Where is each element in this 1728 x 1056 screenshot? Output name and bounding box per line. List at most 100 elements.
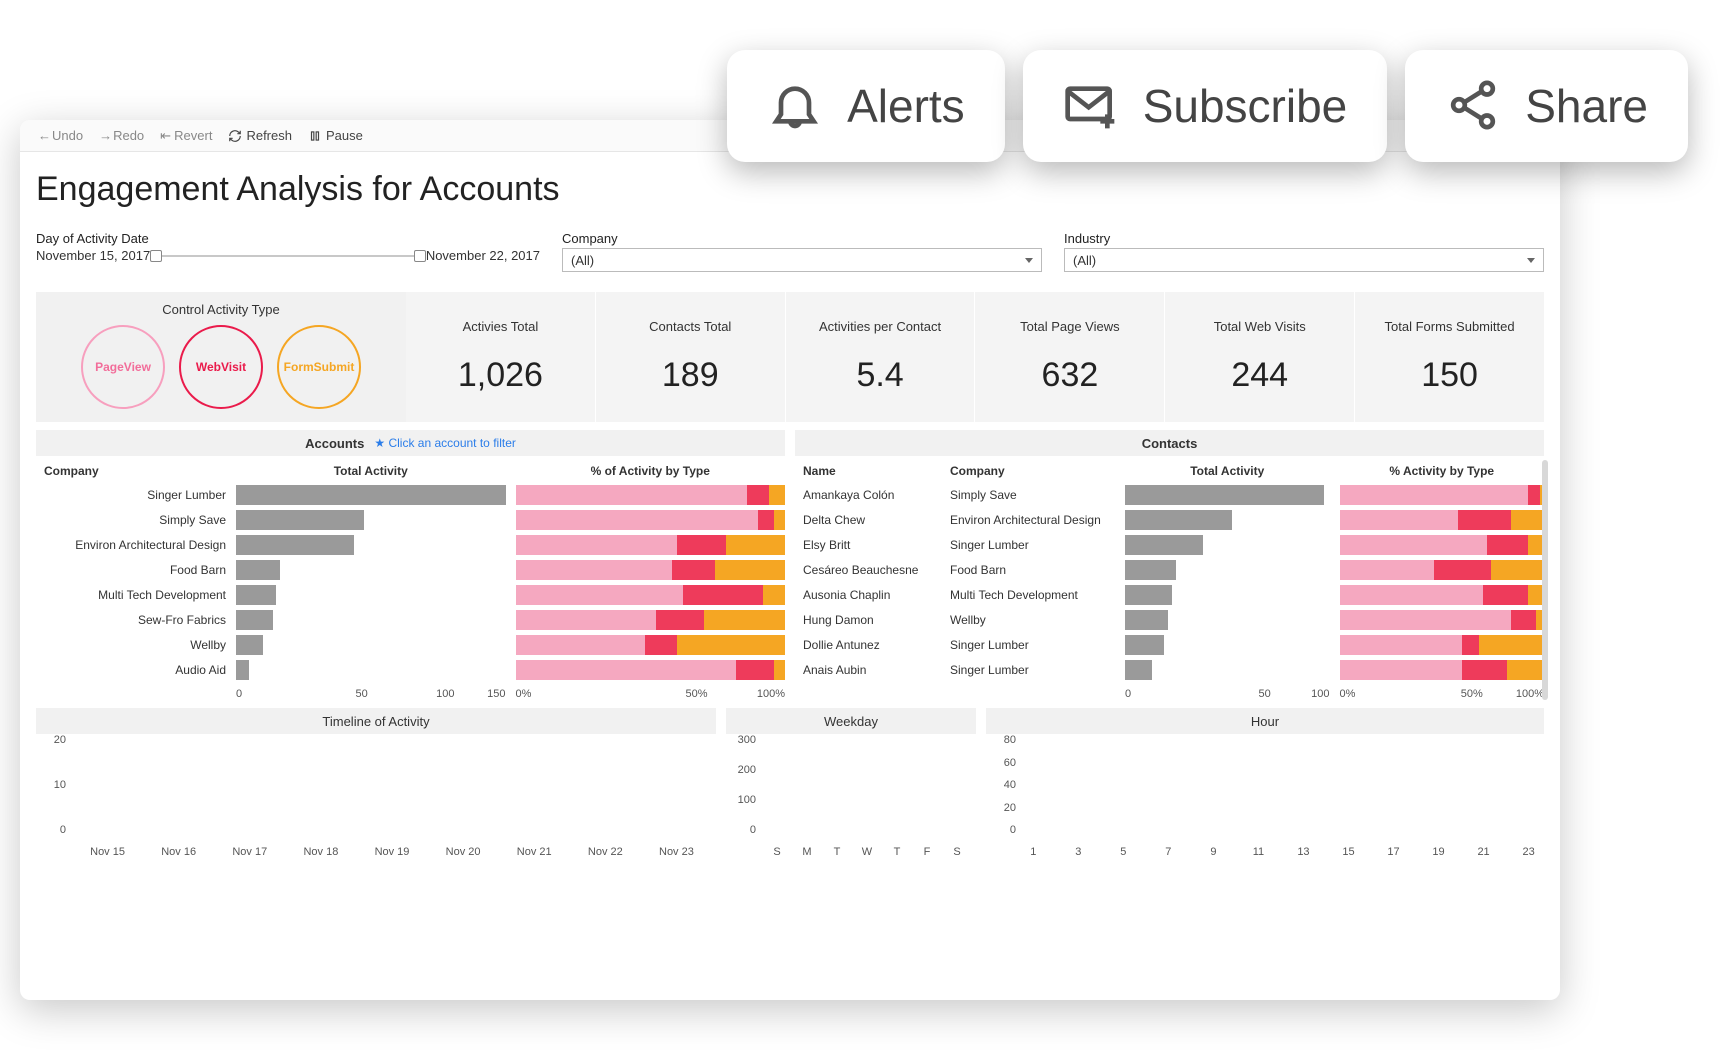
contact-row[interactable]: Cesáreo BeauchesneFood Barn xyxy=(795,557,1544,582)
contact-name: Cesáreo Beauchesne xyxy=(795,563,950,577)
kpi-value: 632 xyxy=(1042,356,1099,395)
account-row[interactable]: Environ Architectural Design xyxy=(36,532,785,557)
account-name: Audio Aid xyxy=(36,663,236,677)
timeline-chart[interactable]: 20100 Nov 15Nov 16Nov 17Nov 18Nov 19Nov … xyxy=(36,734,716,864)
account-name: Sew-Fro Fabrics xyxy=(36,613,236,627)
alerts-button[interactable]: Alerts xyxy=(727,50,1005,162)
contact-name: Anais Aubin xyxy=(795,663,950,677)
contacts-header: Contacts xyxy=(795,430,1544,456)
accounts-header: Accounts Click an account to filter xyxy=(36,430,785,456)
kpi-value: 1,026 xyxy=(458,356,543,395)
hour-chart[interactable]: 806040200 1357911131517192123 xyxy=(986,734,1544,864)
col-name: Name xyxy=(795,464,950,478)
refresh-button[interactable]: Refresh xyxy=(220,120,300,151)
kpi-card: Activities per Contact 5.4 xyxy=(785,292,975,422)
date-filter: Day of Activity Date November 15, 2017 N… xyxy=(36,231,540,272)
accounts-table: Company Total Activity % of Activity by … xyxy=(36,460,785,700)
contacts-scrollbar[interactable] xyxy=(1542,460,1548,700)
slider-handle-right[interactable] xyxy=(414,250,426,262)
alerts-label: Alerts xyxy=(847,79,965,133)
toggle-webvisit[interactable]: WebVisit xyxy=(179,325,263,409)
kpi-card: Contacts Total189 xyxy=(595,292,785,422)
date-start: November 15, 2017 xyxy=(36,248,150,263)
account-name: Singer Lumber xyxy=(36,488,236,502)
undo-button[interactable]: ←Undo xyxy=(30,120,91,151)
contact-row[interactable]: Elsy BrittSinger Lumber xyxy=(795,532,1544,557)
account-row[interactable]: Sew-Fro Fabrics xyxy=(36,607,785,632)
contact-name: Delta Chew xyxy=(795,513,950,527)
account-row[interactable]: Audio Aid xyxy=(36,657,785,682)
account-name: Simply Save xyxy=(36,513,236,527)
redo-button[interactable]: →Redo xyxy=(91,120,152,151)
kpi-label: Contacts Total xyxy=(649,319,731,334)
kpi-label: Total Web Visits xyxy=(1214,319,1306,334)
toggle-pageview[interactable]: PageView xyxy=(81,325,165,409)
company-select[interactable]: (All) xyxy=(562,248,1042,272)
contact-company: Food Barn xyxy=(950,563,1125,577)
contact-row[interactable]: Anais AubinSinger Lumber xyxy=(795,657,1544,682)
account-name: Food Barn xyxy=(36,563,236,577)
kpi-label: Activities per Contact xyxy=(819,319,941,334)
toggle-formsubmit[interactable]: FormSubmit xyxy=(277,325,361,409)
kpi-card: Activies Total 1,026 xyxy=(406,292,595,422)
kpi-card: Total Web Visits 244 xyxy=(1164,292,1354,422)
refresh-icon xyxy=(228,129,242,143)
filter-bar: Day of Activity Date November 15, 2017 N… xyxy=(20,231,1560,286)
weekday-chart[interactable]: 3002001000 SMTWTFS xyxy=(726,734,976,864)
contact-row[interactable]: Ausonia ChaplinMulti Tech Development xyxy=(795,582,1544,607)
share-icon xyxy=(1445,77,1501,136)
contact-name: Elsy Britt xyxy=(795,538,950,552)
contact-company: Wellby xyxy=(950,613,1125,627)
contact-row[interactable]: Amankaya ColónSimply Save xyxy=(795,482,1544,507)
slider-track[interactable] xyxy=(154,255,422,257)
pause-button[interactable]: Pause xyxy=(300,120,371,151)
slider-handle-left[interactable] xyxy=(150,250,162,262)
date-slider[interactable]: November 15, 2017 November 22, 2017 xyxy=(36,248,540,263)
subscribe-label: Subscribe xyxy=(1143,79,1348,133)
kpi-value: 150 xyxy=(1421,356,1478,395)
contacts-table: Name Company Total Activity % Activity b… xyxy=(795,460,1544,700)
account-row[interactable]: Singer Lumber xyxy=(36,482,785,507)
col-company-c: Company xyxy=(950,464,1125,478)
accounts-title: Accounts xyxy=(305,436,364,451)
company-filter: Company (All) xyxy=(562,231,1042,272)
overlay-actions: Alerts Subscribe Share xyxy=(727,50,1688,162)
col-company: Company xyxy=(36,464,236,478)
contact-company: Singer Lumber xyxy=(950,663,1125,677)
share-button[interactable]: Share xyxy=(1405,50,1688,162)
contact-name: Amankaya Colón xyxy=(795,488,950,502)
mail-plus-icon xyxy=(1063,77,1119,136)
kpi-label: Activies Total xyxy=(463,319,539,334)
date-filter-label: Day of Activity Date xyxy=(36,231,540,246)
contact-company: Singer Lumber xyxy=(950,638,1125,652)
pause-icon xyxy=(308,129,322,143)
chevron-down-icon xyxy=(1025,258,1033,263)
account-row[interactable]: Multi Tech Development xyxy=(36,582,785,607)
contact-company: Multi Tech Development xyxy=(950,588,1125,602)
dashboard-window: ←Undo →Redo ⇤Revert Refresh Pause Engage… xyxy=(20,120,1560,1000)
chevron-down-icon xyxy=(1527,258,1535,263)
contact-row[interactable]: Dollie AntunezSinger Lumber xyxy=(795,632,1544,657)
contact-row[interactable]: Hung DamonWellby xyxy=(795,607,1544,632)
contact-row[interactable]: Delta ChewEnviron Architectural Design xyxy=(795,507,1544,532)
company-value: (All) xyxy=(571,253,594,268)
industry-select[interactable]: (All) xyxy=(1064,248,1544,272)
company-filter-label: Company xyxy=(562,231,1042,246)
kpi-value: 5.4 xyxy=(856,356,903,395)
col-pct: % of Activity by Type xyxy=(516,464,786,478)
account-name: Multi Tech Development xyxy=(36,588,236,602)
activity-type-title: Control Activity Type xyxy=(44,302,398,317)
hour-header: Hour xyxy=(986,708,1544,734)
bell-icon xyxy=(767,77,823,136)
account-row[interactable]: Food Barn xyxy=(36,557,785,582)
revert-button[interactable]: ⇤Revert xyxy=(152,120,220,151)
contact-company: Singer Lumber xyxy=(950,538,1125,552)
subscribe-button[interactable]: Subscribe xyxy=(1023,50,1388,162)
account-row[interactable]: Simply Save xyxy=(36,507,785,532)
kpi-value: 244 xyxy=(1231,356,1288,395)
account-row[interactable]: Wellby xyxy=(36,632,785,657)
page-title: Engagement Analysis for Accounts xyxy=(20,152,1560,231)
share-label: Share xyxy=(1525,79,1648,133)
col-total: Total Activity xyxy=(236,464,506,478)
contacts-title: Contacts xyxy=(1142,436,1198,451)
